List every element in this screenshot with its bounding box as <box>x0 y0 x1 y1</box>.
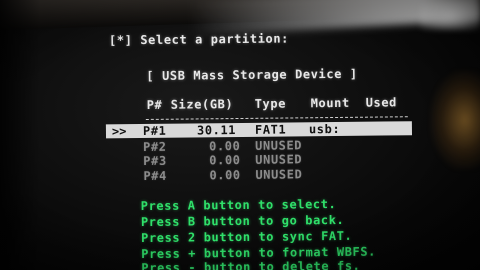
column-mount: Mount <box>310 95 350 111</box>
instruction-back: Press B button to go back. <box>140 212 345 230</box>
partition-id[interactable]: P#3 <box>143 154 167 168</box>
partition-size: 0.00 <box>209 152 241 168</box>
header-divider <box>145 116 408 120</box>
partition-id[interactable]: P#4 <box>143 169 167 183</box>
partition-type: UNUSED <box>255 138 303 153</box>
column-type: Type <box>254 96 287 111</box>
device-name: [ USB Mass Storage Device ] <box>146 66 358 83</box>
column-size: Size(GB) <box>170 97 234 112</box>
loader-screen: [*] Select a partition: [ USB Mass Stora… <box>0 0 480 270</box>
partition-type: UNUSED <box>255 152 303 167</box>
partition-mount: usb: <box>308 121 341 137</box>
selection-cursor: >> <box>111 124 127 139</box>
partition-type: FAT1 <box>254 122 287 137</box>
edge-shadow <box>0 0 40 270</box>
partition-id[interactable]: P#2 <box>143 140 167 154</box>
partition-size: 0.00 <box>209 167 241 183</box>
partition-type: UNUSED <box>255 167 303 182</box>
partition-id: P#1 <box>142 123 167 139</box>
instruction-sync: Press 2 button to sync FAT. <box>141 228 353 246</box>
instruction-select: Press A button to select. <box>140 196 337 214</box>
tv-photo: [*] Select a partition: [ USB Mass Stora… <box>0 0 480 270</box>
column-used: Used <box>365 95 398 110</box>
instruction-delete: Press - button to delete fs. <box>141 258 361 270</box>
select-partition-prompt: [*] Select a partition: <box>108 31 290 48</box>
partition-size: 30.11 <box>196 123 237 138</box>
column-p: P# <box>146 97 163 112</box>
partition-size: 0.00 <box>209 138 241 154</box>
